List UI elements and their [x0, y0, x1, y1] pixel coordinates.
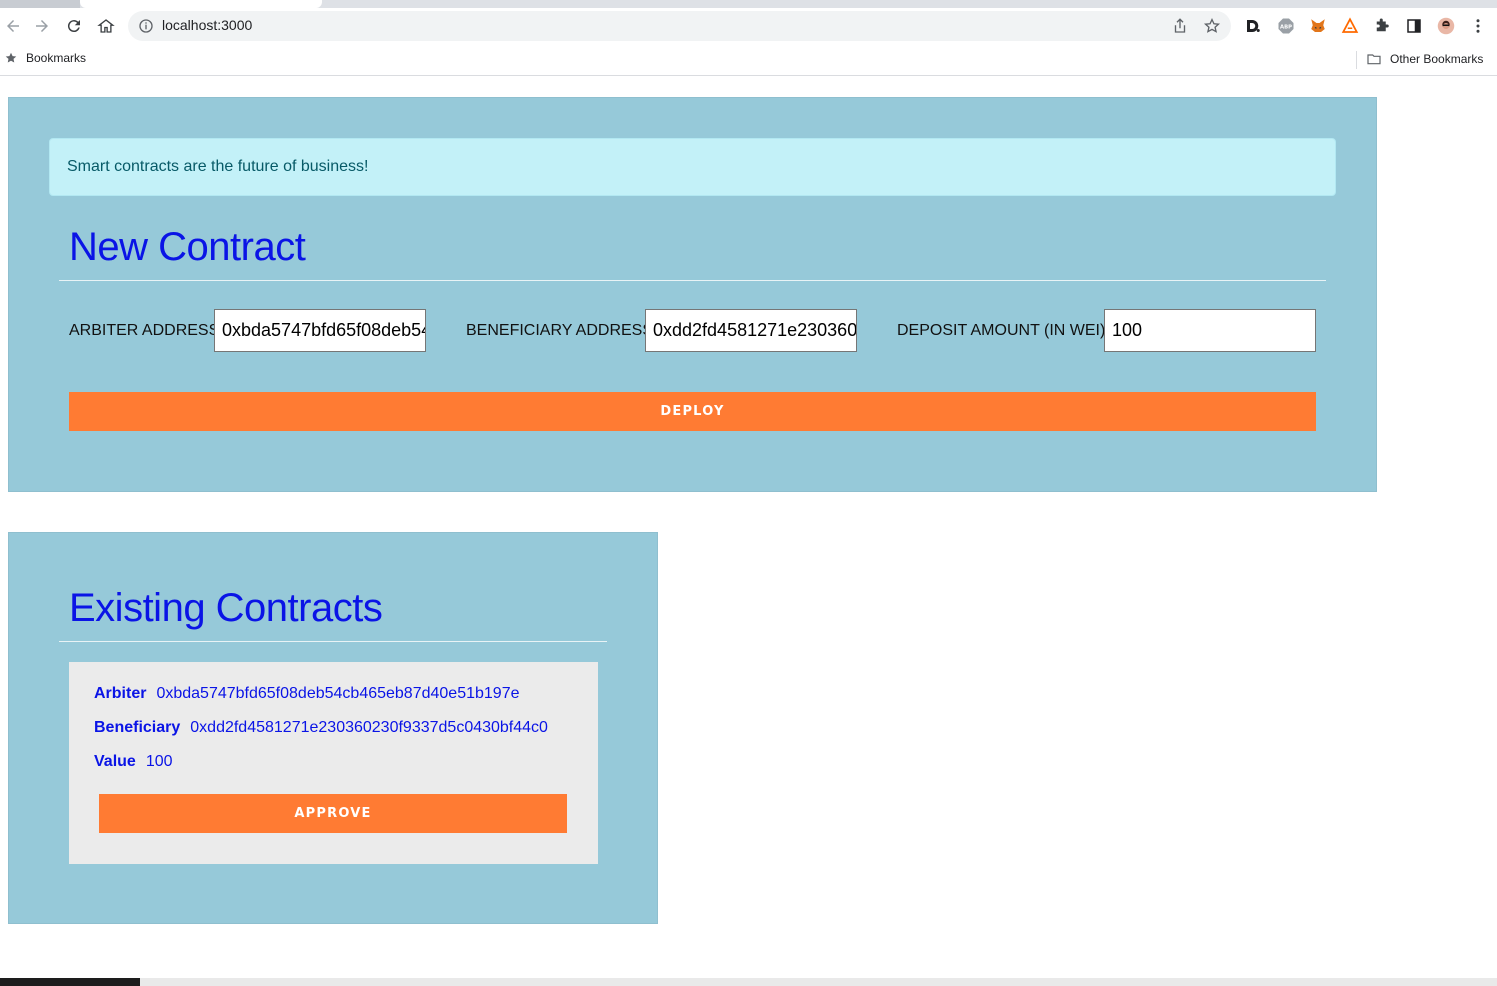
value-row: Value 100: [94, 753, 173, 771]
site-info-icon[interactable]: [138, 18, 154, 34]
puzzle-icon[interactable]: [1372, 16, 1392, 36]
value-key: Value: [94, 753, 136, 770]
browser-toolbar: localhost:3000 ABP: [0, 8, 1497, 46]
reload-icon[interactable]: [61, 13, 87, 39]
beneficiary-input[interactable]: 0xdd2fd4581271e230360230f9337d5c0430bf44…: [645, 309, 857, 352]
new-contract-title: New Contract: [69, 225, 306, 269]
deposit-input[interactable]: 100: [1104, 309, 1316, 352]
bookmarks-bar: Bookmarks Other Bookmarks: [0, 46, 1497, 76]
extension-a-icon[interactable]: [1340, 16, 1360, 36]
home-icon[interactable]: [93, 13, 119, 39]
tab-strip: [0, 0, 1497, 8]
taskbar-dark-region: [0, 978, 140, 986]
other-bookmarks-folder[interactable]: Other Bookmarks: [1366, 51, 1483, 67]
deposit-label: DEPOSIT AMOUNT (IN WEI): [897, 322, 1106, 339]
address-bar[interactable]: localhost:3000: [128, 11, 1231, 41]
tab-inactive[interactable]: [0, 0, 80, 8]
beneficiary-label: BENEFICIARY ADDRESS: [466, 322, 654, 339]
profile-avatar[interactable]: [1436, 16, 1456, 36]
info-alert: Smart contracts are the future of busine…: [49, 138, 1336, 196]
folder-icon: [1367, 54, 1381, 65]
metamask-icon[interactable]: [1308, 16, 1328, 36]
bookmarks-divider: [1356, 51, 1357, 69]
contract-card: Arbiter 0xbda5747bfd65f08deb54cb465eb87d4…: [69, 662, 598, 864]
sidepanel-icon[interactable]: [1404, 16, 1424, 36]
bookmarks-folder[interactable]: Bookmarks: [4, 51, 86, 65]
new-contract-panel: Smart contracts are the future of busine…: [8, 97, 1377, 492]
arbiter-label: ARBITER ADDRESS: [69, 322, 220, 339]
bookmarks-label: Bookmarks: [26, 51, 87, 65]
svg-text:ABP: ABP: [1280, 24, 1292, 30]
share-icon[interactable]: [1171, 17, 1189, 35]
adblock-icon[interactable]: ABP: [1276, 16, 1296, 36]
url-text[interactable]: localhost:3000: [162, 17, 252, 33]
arbiter-input[interactable]: 0xbda5747bfd65f08deb54cb465eb87d40e51b19…: [214, 309, 426, 352]
tab-active[interactable]: [80, 0, 322, 8]
bookmark-star-icon[interactable]: [1203, 17, 1221, 35]
forward-icon[interactable]: [29, 13, 55, 39]
os-taskbar-edge: [0, 978, 1497, 986]
alert-text: Smart contracts are the future of busine…: [67, 158, 369, 175]
value-value: 100: [145, 753, 173, 770]
existing-contracts-panel: Existing Contracts Arbiter 0xbda5747bfd65…: [8, 532, 658, 924]
beneficiary-value: 0xdd2fd4581271e230360230f9337d5c0430bf44…: [190, 719, 548, 736]
other-bookmarks-label: Other Bookmarks: [1390, 52, 1484, 66]
menu-icon[interactable]: [1468, 16, 1488, 36]
beneficiary-row: Beneficiary 0xdd2fd4581271e230360230f9337…: [94, 719, 548, 737]
title-divider: [59, 641, 607, 642]
title-divider: [59, 280, 1326, 281]
d-extension-icon[interactable]: [1243, 16, 1263, 36]
arbiter-value: 0xbda5747bfd65f08deb54cb465eb87d40e51b19…: [156, 685, 520, 702]
approve-button[interactable]: APPROVE: [99, 794, 567, 833]
arbiter-key: Arbiter: [94, 685, 147, 702]
deploy-button[interactable]: DEPLOY: [69, 392, 1316, 431]
beneficiary-key: Beneficiary: [94, 719, 181, 736]
star-icon: [5, 52, 17, 63]
back-icon[interactable]: [0, 13, 26, 39]
existing-contracts-title: Existing Contracts: [69, 586, 383, 630]
arbiter-row: Arbiter 0xbda5747bfd65f08deb54cb465eb87d4…: [94, 685, 519, 703]
